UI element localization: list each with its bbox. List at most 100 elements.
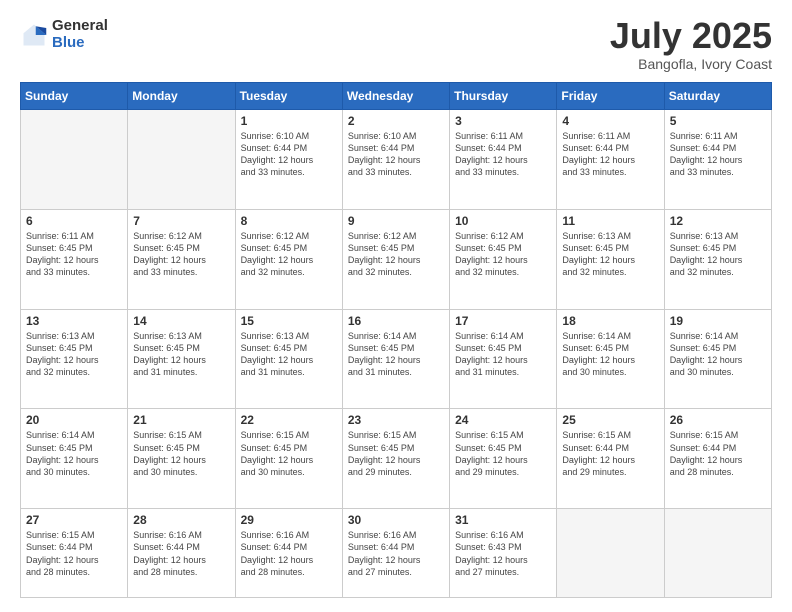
calendar-cell: 23 Sunrise: 6:15 AM Sunset: 6:45 PM Dayli… [342,409,449,509]
day-number: 25 [562,413,658,427]
day-number: 28 [133,513,229,527]
title-block: July 2025 Bangofla, Ivory Coast [610,18,772,72]
day-number: 11 [562,214,658,228]
calendar-cell [21,110,128,210]
day-info: Sunrise: 6:10 AM Sunset: 6:44 PM Dayligh… [241,130,337,179]
calendar-cell [128,110,235,210]
logo-text: General Blue [52,18,108,51]
day-number: 3 [455,114,551,128]
calendar-week-row: 27Sunrise: 6:15 AM Sunset: 6:44 PM Dayli… [21,509,772,598]
header: General Blue July 2025 Bangofla, Ivory C… [20,18,772,72]
day-info: Sunrise: 6:11 AM Sunset: 6:44 PM Dayligh… [670,130,766,179]
day-info: Sunrise: 6:10 AM Sunset: 6:44 PM Dayligh… [348,130,444,179]
calendar-cell: 31 Sunrise: 6:16 AM Sunset: 6:43 PM Dayli… [450,509,557,598]
day-info: Sunrise: 6:11 AM Sunset: 6:44 PM Dayligh… [562,130,658,179]
logo-blue: Blue [52,35,108,52]
calendar-cell: 15Sunrise: 6:13 AM Sunset: 6:45 PM Dayli… [235,309,342,409]
calendar-cell: 21 Sunrise: 6:15 AM Sunset: 6:45 PM Dayli… [128,409,235,509]
day-info: Sunrise: 6:13 AM Sunset: 6:45 PM Dayligh… [670,230,766,279]
calendar-cell: 5 Sunrise: 6:11 AM Sunset: 6:44 PM Daylig… [664,110,771,210]
calendar-week-row: 20 Sunrise: 6:14 AM Sunset: 6:45 PM Dayli… [21,409,772,509]
day-info: Sunrise: 6:13 AM Sunset: 6:45 PM Dayligh… [133,330,229,379]
calendar-day-header: Sunday [21,83,128,110]
day-info: Sunrise: 6:15 AM Sunset: 6:44 PM Dayligh… [26,529,122,578]
calendar-cell: 13 Sunrise: 6:13 AM Sunset: 6:45 PM Dayli… [21,309,128,409]
calendar-cell: 4 Sunrise: 6:11 AM Sunset: 6:44 PM Daylig… [557,110,664,210]
day-number: 13 [26,314,122,328]
calendar-cell: 8 Sunrise: 6:12 AM Sunset: 6:45 PM Daylig… [235,209,342,309]
calendar-cell: 1 Sunrise: 6:10 AM Sunset: 6:44 PM Daylig… [235,110,342,210]
calendar-week-row: 13 Sunrise: 6:13 AM Sunset: 6:45 PM Dayli… [21,309,772,409]
day-info: Sunrise: 6:13 AM Sunset: 6:45 PM Dayligh… [241,330,337,379]
calendar-cell: 3 Sunrise: 6:11 AM Sunset: 6:44 PM Daylig… [450,110,557,210]
calendar-week-row: 1 Sunrise: 6:10 AM Sunset: 6:44 PM Daylig… [21,110,772,210]
calendar-day-header: Wednesday [342,83,449,110]
day-info: Sunrise: 6:15 AM Sunset: 6:45 PM Dayligh… [455,429,551,478]
day-info: Sunrise: 6:11 AM Sunset: 6:44 PM Dayligh… [455,130,551,179]
day-info: Sunrise: 6:16 AM Sunset: 6:44 PM Dayligh… [241,529,337,578]
day-number: 5 [670,114,766,128]
calendar-cell: 19Sunrise: 6:14 AM Sunset: 6:45 PM Dayli… [664,309,771,409]
day-number: 1 [241,114,337,128]
calendar-cell: 24 Sunrise: 6:15 AM Sunset: 6:45 PM Dayli… [450,409,557,509]
day-number: 8 [241,214,337,228]
logo-icon [20,21,48,49]
day-number: 21 [133,413,229,427]
day-info: Sunrise: 6:11 AM Sunset: 6:45 PM Dayligh… [26,230,122,279]
calendar-cell: 14 Sunrise: 6:13 AM Sunset: 6:45 PM Dayli… [128,309,235,409]
day-info: Sunrise: 6:12 AM Sunset: 6:45 PM Dayligh… [348,230,444,279]
calendar-day-header: Thursday [450,83,557,110]
calendar-cell: 25Sunrise: 6:15 AM Sunset: 6:44 PM Dayli… [557,409,664,509]
calendar-cell: 11 Sunrise: 6:13 AM Sunset: 6:45 PM Dayli… [557,209,664,309]
day-number: 18 [562,314,658,328]
calendar-day-header: Friday [557,83,664,110]
day-info: Sunrise: 6:12 AM Sunset: 6:45 PM Dayligh… [133,230,229,279]
day-info: Sunrise: 6:16 AM Sunset: 6:43 PM Dayligh… [455,529,551,578]
day-info: Sunrise: 6:15 AM Sunset: 6:45 PM Dayligh… [241,429,337,478]
day-info: Sunrise: 6:14 AM Sunset: 6:45 PM Dayligh… [455,330,551,379]
calendar-cell: 16Sunrise: 6:14 AM Sunset: 6:45 PM Dayli… [342,309,449,409]
month-title: July 2025 [610,18,772,54]
calendar-cell: 12 Sunrise: 6:13 AM Sunset: 6:45 PM Dayli… [664,209,771,309]
day-number: 31 [455,513,551,527]
calendar-cell [664,509,771,598]
day-info: Sunrise: 6:14 AM Sunset: 6:45 PM Dayligh… [348,330,444,379]
day-number: 9 [348,214,444,228]
calendar-header-row: SundayMondayTuesdayWednesdayThursdayFrid… [21,83,772,110]
day-info: Sunrise: 6:14 AM Sunset: 6:45 PM Dayligh… [562,330,658,379]
day-info: Sunrise: 6:15 AM Sunset: 6:45 PM Dayligh… [348,429,444,478]
logo: General Blue [20,18,108,51]
day-info: Sunrise: 6:15 AM Sunset: 6:45 PM Dayligh… [133,429,229,478]
day-number: 24 [455,413,551,427]
day-number: 23 [348,413,444,427]
day-info: Sunrise: 6:16 AM Sunset: 6:44 PM Dayligh… [133,529,229,578]
calendar-cell: 9 Sunrise: 6:12 AM Sunset: 6:45 PM Daylig… [342,209,449,309]
day-info: Sunrise: 6:14 AM Sunset: 6:45 PM Dayligh… [26,429,122,478]
day-number: 2 [348,114,444,128]
day-info: Sunrise: 6:13 AM Sunset: 6:45 PM Dayligh… [562,230,658,279]
day-info: Sunrise: 6:15 AM Sunset: 6:44 PM Dayligh… [670,429,766,478]
calendar-cell: 2 Sunrise: 6:10 AM Sunset: 6:44 PM Daylig… [342,110,449,210]
calendar-day-header: Tuesday [235,83,342,110]
day-number: 10 [455,214,551,228]
calendar-cell [557,509,664,598]
day-number: 20 [26,413,122,427]
day-number: 19 [670,314,766,328]
page: General Blue July 2025 Bangofla, Ivory C… [0,0,792,612]
calendar-week-row: 6Sunrise: 6:11 AM Sunset: 6:45 PM Daylig… [21,209,772,309]
day-number: 17 [455,314,551,328]
day-info: Sunrise: 6:12 AM Sunset: 6:45 PM Dayligh… [241,230,337,279]
day-number: 4 [562,114,658,128]
calendar-cell: 18 Sunrise: 6:14 AM Sunset: 6:45 PM Dayli… [557,309,664,409]
location-title: Bangofla, Ivory Coast [610,56,772,72]
calendar-cell: 22Sunrise: 6:15 AM Sunset: 6:45 PM Dayli… [235,409,342,509]
calendar-cell: 27Sunrise: 6:15 AM Sunset: 6:44 PM Dayli… [21,509,128,598]
calendar-cell: 6Sunrise: 6:11 AM Sunset: 6:45 PM Daylig… [21,209,128,309]
day-number: 26 [670,413,766,427]
calendar-cell: 20 Sunrise: 6:14 AM Sunset: 6:45 PM Dayli… [21,409,128,509]
day-number: 14 [133,314,229,328]
calendar-day-header: Saturday [664,83,771,110]
day-number: 12 [670,214,766,228]
calendar-table: SundayMondayTuesdayWednesdayThursdayFrid… [20,82,772,598]
day-info: Sunrise: 6:13 AM Sunset: 6:45 PM Dayligh… [26,330,122,379]
